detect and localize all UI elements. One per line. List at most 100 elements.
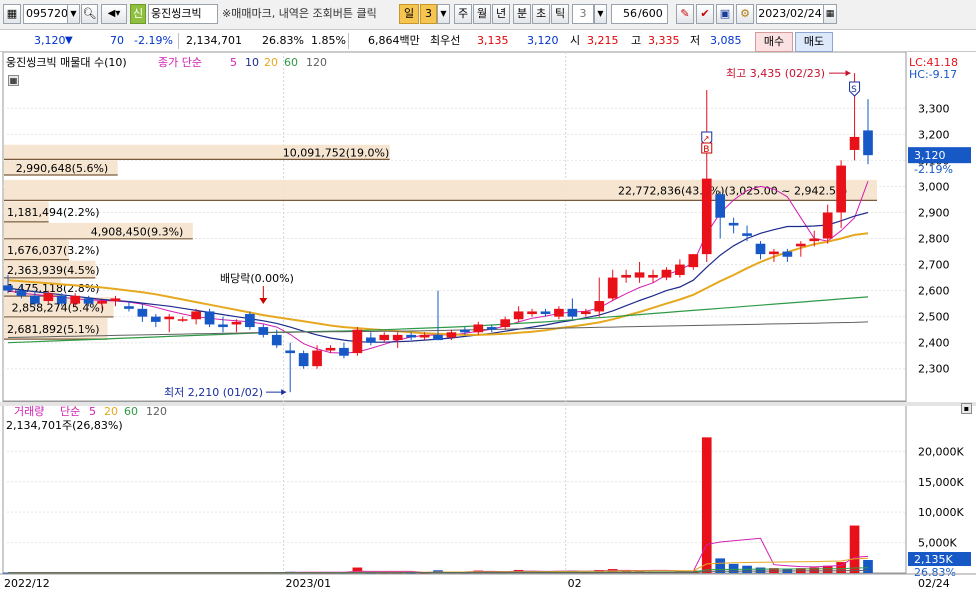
volume-bars [3,437,873,574]
mark-tool-icon[interactable]: ✎ [676,4,694,24]
buy-marker-arrow: ↗ [703,134,710,143]
price-tick-label: 3,000 [918,180,950,193]
candle-body [433,334,443,341]
separator [178,33,179,49]
chart-grid-toggle-icon[interactable]: ▦ [8,75,19,86]
candle-body [554,308,564,317]
volume-ma5-line [8,537,869,574]
volume-profile-label: 2,363,939(4.5%) [7,264,100,277]
speaker-icon[interactable]: ◀▾ [101,4,127,24]
settings-gear-icon[interactable]: ⚙ [736,4,754,24]
chart-menu-icon[interactable]: ▦ [3,4,21,24]
candle-body [567,308,578,317]
candle-body [164,316,175,320]
period-num-input[interactable]: 3 [420,4,437,24]
search-icon[interactable]: 🔍︎ [81,4,98,24]
tick-num-input[interactable]: 3 [572,4,594,24]
candle-body [191,311,201,320]
volume-profile-label: 22,772,836(43.0%)(3,025.00 ~ 2,942.50) [618,185,847,198]
panel-close-icon[interactable]: ▪ [961,403,972,414]
separator [348,33,349,49]
candle-body [675,264,685,275]
candle-body [701,178,712,255]
current-change-label: -2.19% [914,163,953,176]
price-legend-ma5: 5 [230,56,237,69]
candle-body [755,243,766,255]
candle-body [863,130,873,156]
high-annotation-arrowhead [845,70,851,77]
period-second-tab[interactable]: 초 [532,4,550,24]
candle-body [177,319,188,321]
period-tick-tab[interactable]: 틱 [551,4,569,24]
volume-legend-ma60: 60 [124,405,138,418]
candle-body [204,311,215,325]
new-badge: 신 [130,4,146,24]
tick-num-dropdown-icon[interactable]: ▼ [594,4,607,24]
sell-button[interactable]: 매도 [795,32,833,52]
dividend-annotation: 배당락(0.00%) [220,272,294,285]
sell-marker-label: S [851,85,857,95]
stock-code-input[interactable]: 095720 [23,4,68,24]
candle-body [513,311,524,320]
trade-amount: 6,864백만 [368,34,420,47]
period-week-tab[interactable]: 주 [454,4,472,24]
high-price: 3,335 [648,34,680,47]
candle-body [836,165,846,213]
candle-body [782,251,793,257]
candle-body [325,347,336,351]
open-price: 3,215 [587,34,619,47]
volume-bar [755,567,766,573]
volume-value: 2,134,701 [186,34,242,47]
candle-body [285,350,296,354]
period-day-tab[interactable]: 일 [399,4,419,24]
price-legend-ma20: 20 [264,56,278,69]
candle-body [137,308,148,317]
candle-body [795,243,806,247]
buy-button[interactable]: 매수 [755,32,793,52]
candle-body [527,311,537,315]
volume-legend-ma20: 20 [104,405,118,418]
check-tool-icon[interactable]: ✔ [696,4,714,24]
period-num-dropdown-icon[interactable]: ▼ [437,4,450,24]
low-label: 저 [690,34,701,47]
date-input[interactable]: 2023/02/24 [756,4,824,24]
calendar-icon[interactable]: ▦ [823,4,837,24]
volume-legend-ma120: 120 [146,405,167,418]
quote-bar: 3,120 ▼ 70 -2.19% 2,134,701 26.83% 1.85%… [0,30,976,52]
candle-body [312,350,322,367]
candle-body [580,311,591,315]
period-year-tab[interactable]: 년 [492,4,510,24]
candle-body [245,314,255,328]
price-tick-label: 2,500 [918,311,950,324]
volume-profile-label: 4,908,450(9.3%) [91,225,184,238]
period-minute-tab[interactable]: 분 [513,4,531,24]
period-month-tab[interactable]: 월 [473,4,491,24]
candle-body [500,319,511,328]
candle-body [460,329,470,333]
bar-count-input[interactable]: 56 [611,4,639,24]
candle-body [661,269,672,278]
volume-panel-frame [2,400,907,574]
price-tick-label: 2,400 [918,337,950,350]
volume-moving-averages [8,537,869,574]
candle-body [110,298,121,302]
candle-body [258,327,269,335]
code-dropdown-icon[interactable]: ▼ [67,4,80,24]
candle-body [16,290,27,296]
candle-body [634,272,645,278]
price-tick-label: 2,900 [918,206,950,219]
save-icon[interactable]: ▣ [716,4,734,24]
high-annotation: 최고 3,435 (02/23) [726,67,825,80]
hc-label: HC:-9.17 [909,68,957,81]
low-price: 3,085 [710,34,742,47]
volume-ratio-pct: 1.85% [311,34,346,47]
price-tick-label: 3,300 [918,102,950,115]
volume-profile-label: 1,181,494(2.2%) [7,206,100,219]
candle-body [231,321,242,325]
candle-body [473,324,484,333]
price-legend-ma120: 120 [306,56,327,69]
price-legend-ma-label: 종가 단순 [158,56,202,69]
candle-body [446,332,457,338]
candle-body [43,293,54,302]
high-label: 고 [631,34,642,47]
